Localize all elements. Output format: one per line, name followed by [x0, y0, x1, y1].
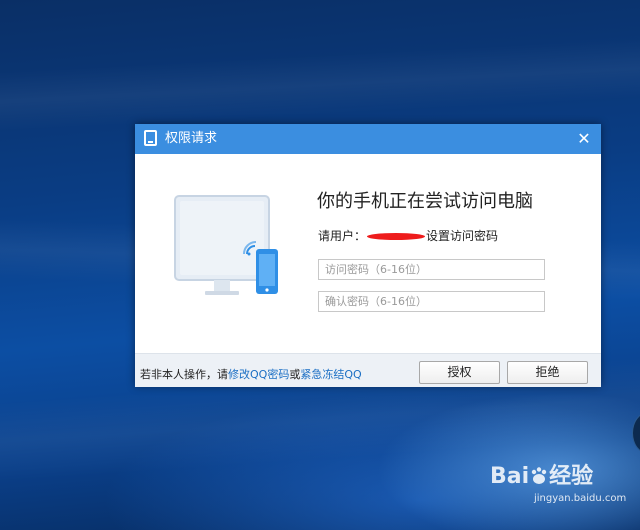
close-button[interactable]: ✕ — [573, 128, 595, 150]
watermark-url: jingyan.baidu.com — [534, 493, 627, 504]
password-prompt: 请用户： 设置访问密码 — [318, 228, 498, 244]
dialog-heading: 你的手机正在尝试访问电脑 — [317, 191, 533, 212]
monitor-stand — [214, 280, 230, 292]
baidu-jingyan-watermark: Bai 经验 jingyan.baidu.com — [490, 463, 635, 523]
footer-middle: 或 — [289, 368, 301, 381]
redacted-username — [367, 233, 426, 240]
watermark-logo-right: 经验 — [549, 464, 594, 489]
dialog-titlebar[interactable]: 权限请求 ✕ — [135, 124, 601, 154]
tablet-icon — [144, 130, 157, 146]
watermark-logo: Bai 经验 — [490, 463, 593, 491]
access-password-input[interactable] — [318, 259, 545, 280]
confirm-password-input[interactable] — [318, 291, 545, 312]
dialog-title: 权限请求 — [165, 131, 218, 146]
change-qq-password-link[interactable]: 修改QQ密码 — [228, 368, 289, 381]
dialog-footer: 若非本人操作，请修改QQ密码或紧急冻结QQ 授权 拒绝 — [135, 353, 601, 387]
baidu-paw-icon — [531, 467, 547, 484]
prompt-prefix: 请用户： — [318, 229, 367, 243]
monitor-base — [205, 291, 239, 295]
computer-phone-illustration — [174, 195, 278, 295]
footer-prefix: 若非本人操作，请 — [140, 368, 228, 381]
grant-button[interactable]: 授权 — [419, 361, 500, 384]
close-icon: ✕ — [577, 129, 591, 148]
permission-request-dialog: 权限请求 ✕ 你的手机正在尝试访问电脑 请用户： 设置访问密码 若非本人操作，请修… — [135, 124, 601, 387]
freeze-qq-link[interactable]: 紧急冻结QQ — [300, 368, 361, 381]
deny-button[interactable]: 拒绝 — [507, 361, 588, 384]
watermark-logo-left: Bai — [490, 464, 530, 489]
footer-notice: 若非本人操作，请修改QQ密码或紧急冻结QQ — [140, 368, 362, 382]
prompt-suffix: 设置访问密码 — [426, 229, 499, 243]
wallpaper-light-beam — [0, 38, 640, 132]
